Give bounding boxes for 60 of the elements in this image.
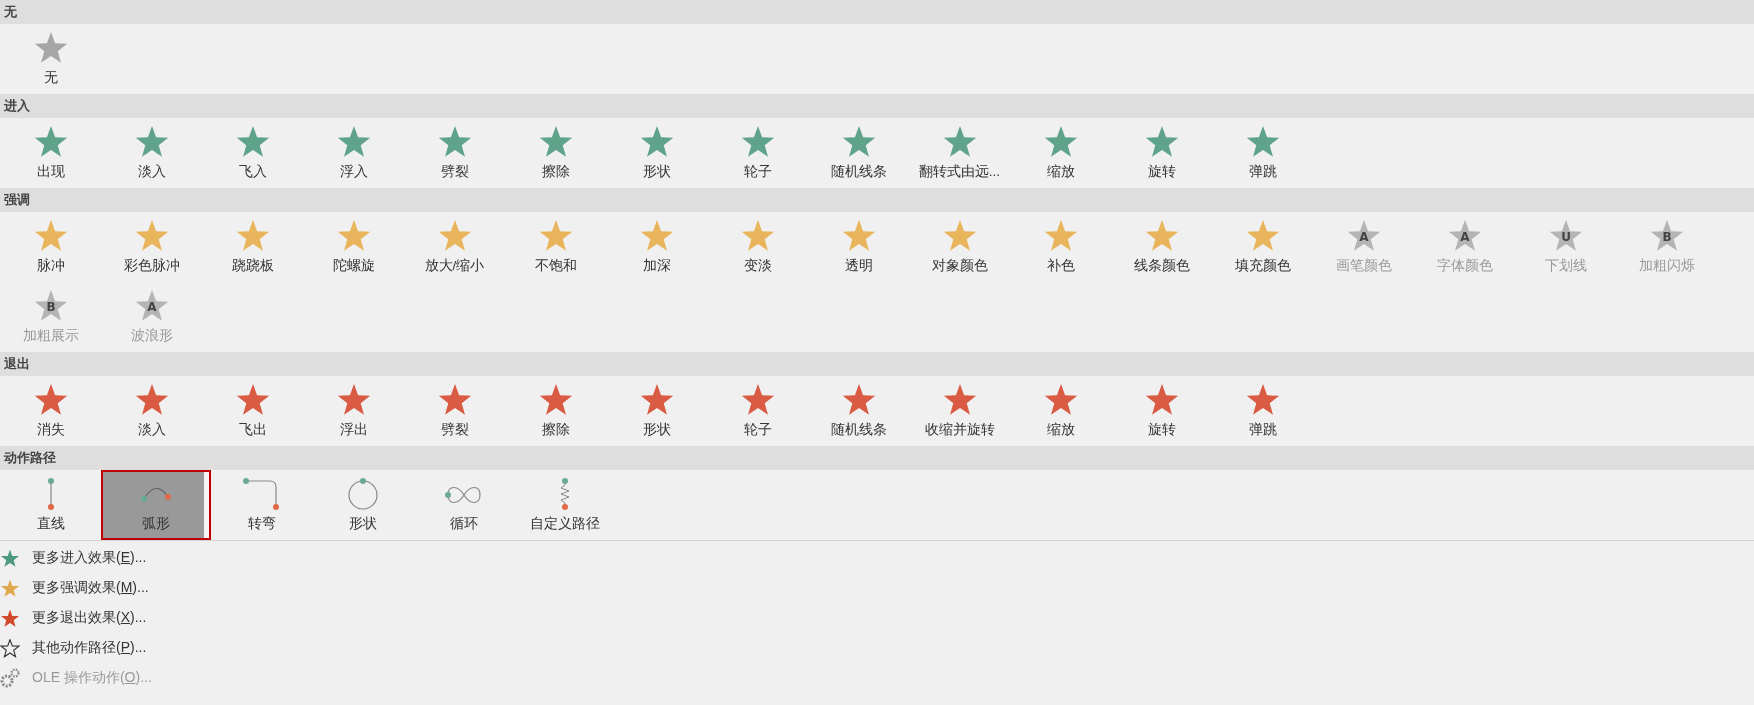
effect-item[interactable]: 形状 bbox=[606, 118, 707, 188]
motion-path-item[interactable]: 弧形 bbox=[101, 470, 211, 540]
section-header: 无 bbox=[0, 0, 1754, 24]
effect-item[interactable]: 飞出 bbox=[202, 376, 303, 446]
section-header: 强调 bbox=[0, 188, 1754, 212]
effect-item[interactable]: 擦除 bbox=[505, 118, 606, 188]
effect-item[interactable]: 淡入 bbox=[101, 118, 202, 188]
motion-path-item[interactable]: 转弯 bbox=[211, 470, 312, 540]
effect-item[interactable]: 缩放 bbox=[1010, 118, 1111, 188]
effect-item[interactable]: 无 bbox=[0, 24, 101, 94]
motion-path-item[interactable]: 自定义路径 bbox=[514, 470, 615, 540]
effect-item[interactable]: 淡入 bbox=[101, 376, 202, 446]
effect-item[interactable]: 加深 bbox=[606, 212, 707, 282]
menu-item[interactable]: 更多进入效果(E)... bbox=[0, 543, 1754, 573]
motion-path-item[interactable]: 循环 bbox=[413, 470, 514, 540]
gears-icon bbox=[0, 668, 20, 688]
effect-item[interactable]: 飞入 bbox=[202, 118, 303, 188]
effect-item[interactable]: 收缩并旋转 bbox=[909, 376, 1010, 446]
effect-item[interactable]: 擦除 bbox=[505, 376, 606, 446]
line-path-icon bbox=[46, 477, 55, 511]
effect-item[interactable]: 脉冲 bbox=[0, 212, 101, 282]
effect-item[interactable]: 彩色脉冲 bbox=[101, 212, 202, 282]
effect-item[interactable]: 消失 bbox=[0, 376, 101, 446]
effect-item[interactable]: 旋转 bbox=[1111, 376, 1212, 446]
turn-path-icon bbox=[241, 477, 282, 511]
effect-item[interactable]: 变淡 bbox=[707, 212, 808, 282]
section-header: 动作路径 bbox=[0, 446, 1754, 470]
menu-item[interactable]: 更多退出效果(X)... bbox=[0, 603, 1754, 633]
effect-item[interactable]: 翻转式由远... bbox=[909, 118, 1010, 188]
effect-item[interactable]: 线条颜色 bbox=[1111, 212, 1212, 282]
menu-item[interactable]: 其他动作路径(P)... bbox=[0, 633, 1754, 663]
effect-item[interactable]: 透明 bbox=[808, 212, 909, 282]
effect-item[interactable]: 轮子 bbox=[707, 118, 808, 188]
effect-item[interactable]: 跷跷板 bbox=[202, 212, 303, 282]
effect-item[interactable]: 弹跳 bbox=[1212, 118, 1313, 188]
motion-path-item[interactable]: 形状 bbox=[312, 470, 413, 540]
effect-item[interactable]: 弹跳 bbox=[1212, 376, 1313, 446]
effect-item[interactable]: 轮子 bbox=[707, 376, 808, 446]
motion-path-item[interactable]: 直线 bbox=[0, 470, 101, 540]
effect-item[interactable]: 浮出 bbox=[303, 376, 404, 446]
effect-item[interactable]: 浮入 bbox=[303, 118, 404, 188]
section-header: 进入 bbox=[0, 94, 1754, 118]
section-header: 退出 bbox=[0, 352, 1754, 376]
star-outline-icon bbox=[0, 638, 20, 658]
effect-item[interactable]: 出现 bbox=[0, 118, 101, 188]
effect-item[interactable]: 形状 bbox=[606, 376, 707, 446]
effect-item[interactable]: 陀螺旋 bbox=[303, 212, 404, 282]
menu-item[interactable]: 更多强调效果(M)... bbox=[0, 573, 1754, 603]
custom-path-icon bbox=[557, 477, 572, 511]
effect-item[interactable]: 填充颜色 bbox=[1212, 212, 1313, 282]
effect-item[interactable]: 劈裂 bbox=[404, 118, 505, 188]
effect-item[interactable]: 缩放 bbox=[1010, 376, 1111, 446]
effect-item[interactable]: 放大/缩小 bbox=[404, 212, 505, 282]
effect-item[interactable]: 对象颜色 bbox=[909, 212, 1010, 282]
effect-item[interactable]: 劈裂 bbox=[404, 376, 505, 446]
effect-item[interactable]: 不饱和 bbox=[505, 212, 606, 282]
effect-item[interactable]: 随机线条 bbox=[808, 376, 909, 446]
effect-item[interactable]: 旋转 bbox=[1111, 118, 1212, 188]
effect-item[interactable]: 补色 bbox=[1010, 212, 1111, 282]
effect-item[interactable]: 随机线条 bbox=[808, 118, 909, 188]
